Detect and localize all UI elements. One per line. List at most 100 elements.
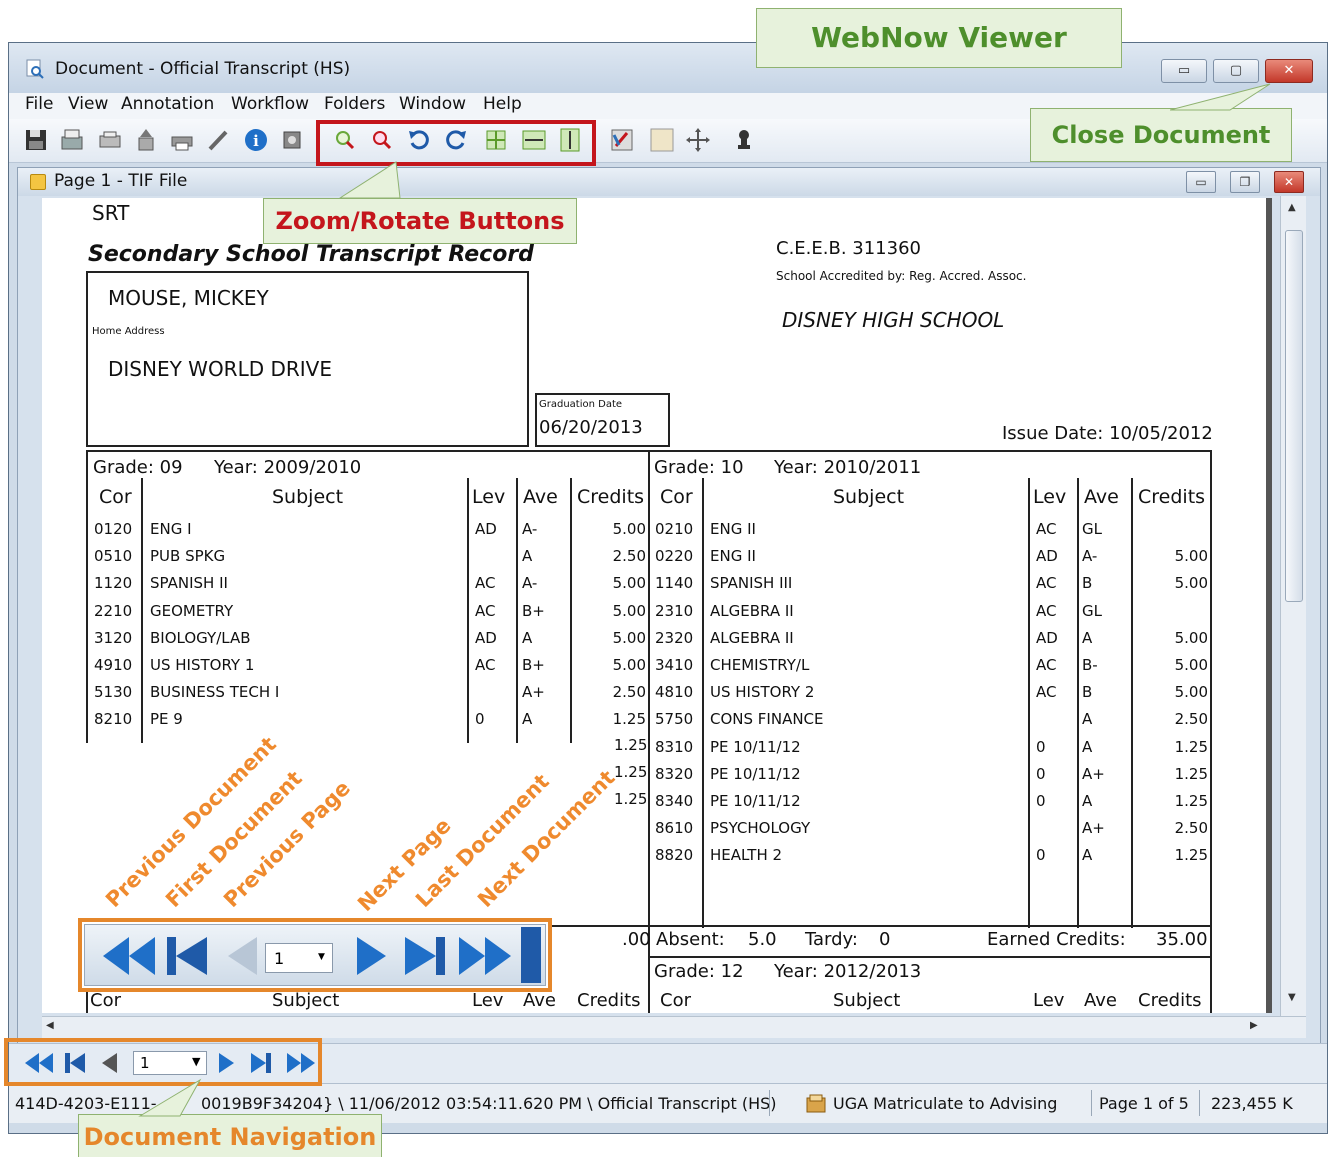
svg-text:i: i	[253, 132, 259, 150]
print-icon[interactable]	[169, 127, 195, 153]
inset-first-document-icon[interactable]	[165, 933, 209, 979]
right-grade: Grade: 10	[654, 457, 744, 478]
right-row-lev: 0	[1036, 764, 1046, 783]
right-col-line-1	[702, 478, 704, 928]
inset-previous-page-icon[interactable]	[225, 933, 259, 979]
annotation-color-icon[interactable]	[609, 127, 635, 153]
right-row-cor: 4810	[655, 683, 694, 702]
earned-credits-label: Earned Credits:	[987, 929, 1126, 950]
right-row-credits: 5.00	[1174, 628, 1208, 647]
close-icon: ✕	[1283, 175, 1295, 189]
scroll-right-icon[interactable]: ▶	[1250, 1020, 1258, 1031]
menu-annotation[interactable]: Annotation	[121, 94, 214, 114]
menu-folders[interactable]: Folders	[324, 94, 385, 114]
right-row-subject: PSYCHOLOGY	[710, 819, 811, 838]
right-row-cor: 2310	[655, 601, 694, 620]
right-row-ave: GL	[1082, 520, 1102, 538]
scan-icon[interactable]	[59, 127, 85, 153]
doc-close-button[interactable]: ✕	[1274, 171, 1304, 193]
menu-view[interactable]: View	[68, 94, 108, 114]
scroll-up-icon[interactable]: ▲	[1288, 202, 1296, 213]
right-row-ave: A	[1082, 846, 1093, 865]
right-row-credits: 2.50	[1174, 819, 1208, 838]
navigation-inset-bar: 1 ▼	[84, 924, 546, 986]
inset-next-page-icon[interactable]	[355, 933, 389, 979]
close-document-pointer	[1170, 83, 1271, 111]
doc-minimize-button[interactable]: ▭	[1186, 171, 1216, 193]
g12-left-header-lev: Lev	[472, 990, 504, 1011]
right-header-cor: Cor	[660, 486, 693, 508]
left-row-cor: 5130	[94, 683, 133, 702]
right-row-ave: B	[1082, 683, 1093, 702]
right-row-ave: GL	[1082, 601, 1102, 620]
document-navigation-pointer	[138, 1078, 202, 1117]
menu-help[interactable]: Help	[483, 94, 522, 114]
right-row-lev: AD	[1036, 628, 1058, 647]
close-window-button[interactable]: ✕	[1265, 59, 1313, 83]
right-header-lev: Lev	[1033, 486, 1067, 508]
right-row-lev: AC	[1036, 683, 1057, 702]
left-header-cor: Cor	[99, 486, 132, 508]
print-setup-icon[interactable]	[97, 127, 123, 153]
maximize-button[interactable]: ▢	[1213, 59, 1259, 83]
right-row-credits: 1.25	[1174, 792, 1208, 810]
left-row-cor: 3120	[94, 628, 133, 647]
inset-page-select[interactable]: 1 ▼	[265, 943, 333, 973]
doc-restore-button[interactable]: ❐	[1230, 171, 1260, 193]
hand-tool-icon[interactable]	[649, 127, 675, 153]
inset-chevron-down-icon: ▼	[318, 952, 325, 962]
right-row-cor: 8610	[655, 819, 694, 838]
save-icon[interactable]	[23, 127, 49, 153]
absent-value: 5.0	[748, 929, 777, 950]
right-col-line-3	[1077, 478, 1079, 928]
right-row-ave: B	[1082, 574, 1093, 593]
left-partial-credit-2: 1.25	[614, 763, 648, 781]
document-navigation-callout: Document Navigation	[78, 1114, 382, 1157]
status-size: 223,455 K	[1211, 1094, 1293, 1113]
menu-window[interactable]: Window	[399, 94, 466, 114]
left-col-line-1	[141, 478, 143, 743]
info-icon[interactable]: i	[243, 127, 269, 153]
inset-next-document-icon[interactable]	[457, 933, 513, 979]
minimize-button[interactable]: ▭	[1161, 59, 1207, 83]
right-row-ave: A	[1082, 737, 1093, 756]
right-row-lev: AC	[1036, 520, 1057, 538]
graduation-date: 06/20/2013	[539, 417, 643, 438]
tardy-value: 0	[879, 929, 891, 950]
menu-file[interactable]: File	[25, 94, 53, 114]
left-row-credits: 5.00	[612, 520, 646, 538]
horizontal-scrollbar[interactable]: ◀ ▶	[42, 1016, 1306, 1038]
left-row-ave: A	[522, 710, 533, 729]
right-row-credits: 1.25	[1174, 764, 1208, 783]
upload-icon[interactable]	[133, 127, 159, 153]
left-header-subject: Subject	[272, 486, 344, 508]
left-row-subject: SPANISH II	[150, 574, 228, 593]
left-header-ave: Ave	[523, 486, 558, 508]
scroll-left-icon[interactable]: ◀	[46, 1020, 54, 1031]
right-row-subject: ALGEBRA II	[710, 601, 794, 620]
title-bar: Document - Official Transcript (HS) ▭ ▢ …	[9, 43, 1327, 93]
inset-last-document-icon[interactable]	[403, 933, 447, 979]
minimize-icon: ▭	[1177, 63, 1191, 78]
pen-icon[interactable]	[205, 127, 231, 153]
scroll-down-icon[interactable]: ▼	[1288, 992, 1296, 1003]
inset-previous-document-icon[interactable]	[101, 933, 157, 979]
menu-workflow[interactable]: Workflow	[231, 94, 309, 114]
right-row-cor: 8320	[655, 764, 694, 783]
right-row-lev: AC	[1036, 656, 1057, 674]
vertical-scroll-thumb[interactable]	[1285, 230, 1303, 602]
left-row-subject: ENG I	[150, 520, 192, 538]
pan-icon[interactable]	[685, 127, 711, 153]
right-header-credits: Credits	[1138, 486, 1206, 508]
stamp-icon[interactable]	[731, 127, 757, 153]
left-row-subject: BIOLOGY/LAB	[150, 628, 251, 647]
earned-credits-value: 35.00	[1156, 929, 1208, 950]
properties-icon[interactable]	[279, 127, 305, 153]
left-row-lev: 0	[475, 710, 485, 729]
tif-file-icon	[30, 174, 46, 190]
g12-right-header-lev: Lev	[1033, 990, 1065, 1011]
vertical-scrollbar[interactable]: ▲ ▼	[1280, 196, 1306, 1016]
right-col-line-2	[1028, 478, 1030, 928]
status-queue[interactable]: UGA Matriculate to Advising	[833, 1094, 1057, 1113]
accreditation: School Accredited by: Reg. Accred. Assoc…	[776, 269, 1027, 283]
